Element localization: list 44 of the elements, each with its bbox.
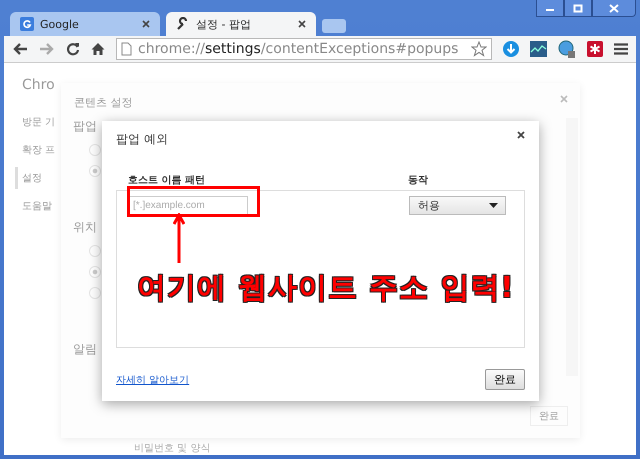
action-dropdown[interactable]: 허용 <box>409 196 506 215</box>
page-title: Chro <box>22 77 56 93</box>
radio-button[interactable] <box>89 266 101 278</box>
section-heading: 위치 <box>73 219 97 236</box>
url-text: chrome://settings/contentExceptions#popups <box>138 41 460 57</box>
minimize-button[interactable] <box>536 0 564 17</box>
radio-button[interactable] <box>89 287 101 299</box>
hostname-input-field[interactable]: [*.]example.com <box>128 196 248 215</box>
radio-button[interactable] <box>89 165 101 177</box>
caret-icon <box>489 203 498 208</box>
close-button[interactable] <box>592 0 636 17</box>
dialog-title: 팝업 예외 <box>116 131 168 148</box>
browser-tab[interactable]: Google <box>10 12 160 36</box>
extension-globe-icon[interactable] <box>558 40 576 58</box>
asterisk-icon[interactable] <box>587 41 603 57</box>
radio-button[interactable] <box>89 144 101 156</box>
star-icon[interactable] <box>471 41 487 57</box>
google-g-icon <box>20 17 34 31</box>
section-heading: 비밀번호 및 양식 <box>134 442 210 455</box>
page-icon <box>121 42 132 56</box>
annotation-text: 여기에 웹사이트 주소 입력! <box>137 269 515 306</box>
reload-icon[interactable] <box>66 42 80 56</box>
section-heading: 알림 <box>73 341 97 358</box>
close-icon[interactable] <box>142 20 150 28</box>
close-icon[interactable] <box>298 20 306 28</box>
column-header: 동작 <box>408 174 428 187</box>
menu-icon[interactable] <box>614 43 628 55</box>
dialog-title: 콘텐츠 설정 <box>74 95 132 110</box>
section-heading: 팝업 <box>73 118 97 135</box>
learn-more-link[interactable]: 자세히 알아보기 <box>116 372 190 386</box>
browser-tab[interactable]: 설정 - 팝업 <box>166 12 316 36</box>
maximize-icon <box>573 4 583 12</box>
close-icon[interactable] <box>517 131 525 139</box>
radio-button[interactable] <box>89 245 101 257</box>
chart-icon[interactable] <box>530 41 547 57</box>
wrench-icon <box>176 17 190 31</box>
home-icon[interactable] <box>91 42 105 56</box>
maximize-button[interactable] <box>564 0 592 17</box>
done-button[interactable]: 완료 <box>485 369 525 390</box>
back-icon[interactable] <box>12 42 28 56</box>
address-bar[interactable]: chrome://settings/contentExceptions#popups <box>116 38 492 60</box>
arrow <box>173 213 185 263</box>
close-icon <box>609 4 619 12</box>
column-header: 호스트 이름 패턴 <box>128 174 206 187</box>
